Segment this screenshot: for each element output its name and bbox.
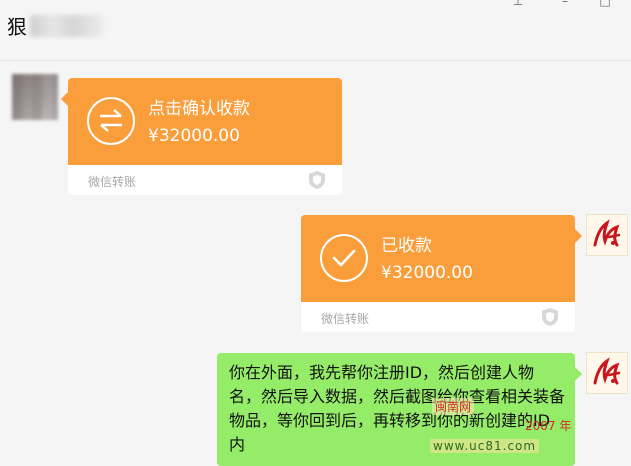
bubble-arrow <box>575 367 582 381</box>
contact-avatar[interactable] <box>12 74 58 120</box>
transfer-card-footer: 微信转账 <box>301 302 575 332</box>
calligraphy-logo-icon <box>593 357 621 385</box>
pin-icon[interactable]: ⊥ <box>510 0 526 8</box>
shield-icon <box>542 308 558 326</box>
transfer-brand: 微信转账 <box>321 312 370 326</box>
calligraphy-logo-icon <box>593 219 621 247</box>
transfer-amount: ¥32000.00 <box>381 263 473 283</box>
my-avatar[interactable] <box>586 352 628 394</box>
bubble-arrow <box>61 92 68 106</box>
shield-icon <box>309 171 325 189</box>
transfer-status: 点击确认收款 <box>148 99 250 119</box>
chat-title-text: 狠 <box>7 15 27 39</box>
message-text: 你在外面，我先帮你注册ID，然后创建人物名，然后导入数据，然后截图给你查看相关装… <box>229 363 566 454</box>
my-avatar[interactable] <box>586 214 628 256</box>
maximize-icon[interactable]: □ <box>597 0 613 8</box>
transfer-card-top: 点击确认收款 ¥32000.00 <box>61 78 342 165</box>
transfer-card-top: 已收款 ¥32000.00 <box>301 215 582 302</box>
transfer-amount: ¥32000.00 <box>148 126 240 146</box>
transfer-brand: 微信转账 <box>88 175 137 189</box>
chat-title: 狠 <box>7 11 104 40</box>
text-message-bubble[interactable]: 你在外面，我先帮你注册ID，然后创建人物名，然后导入数据，然后截图给你查看相关装… <box>217 353 582 466</box>
bubble-arrow <box>575 229 582 243</box>
chat-header: 狠 ⊥ – □ <box>0 0 631 61</box>
blurred-contact-name <box>30 14 104 37</box>
checkmark-icon <box>320 234 368 282</box>
minimize-icon[interactable]: – <box>557 0 573 8</box>
transfer-received-card[interactable]: 点击确认收款 ¥32000.00 微信转账 <box>61 78 342 195</box>
transfer-card-footer: 微信转账 <box>68 165 342 195</box>
transfer-status: 已收款 <box>381 236 432 256</box>
transfer-arrows-icon <box>87 97 135 145</box>
transfer-confirmed-card[interactable]: 已收款 ¥32000.00 微信转账 <box>301 215 582 332</box>
